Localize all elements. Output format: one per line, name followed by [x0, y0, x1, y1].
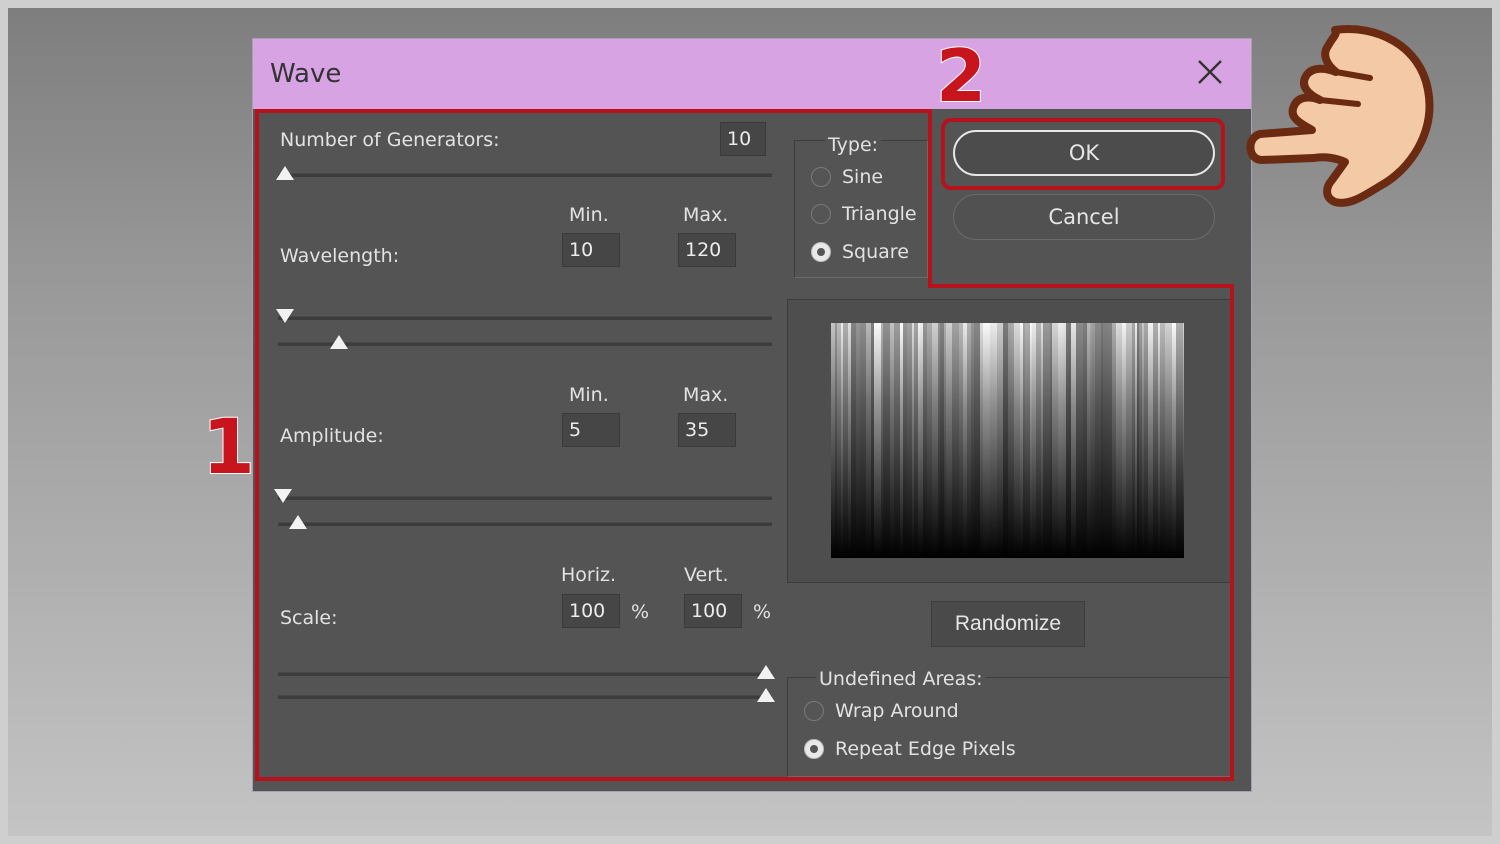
step-1-marker: 1 [201, 401, 256, 492]
step-2-marker: 2 [935, 33, 987, 119]
pointing-hand-icon [1246, 25, 1434, 207]
